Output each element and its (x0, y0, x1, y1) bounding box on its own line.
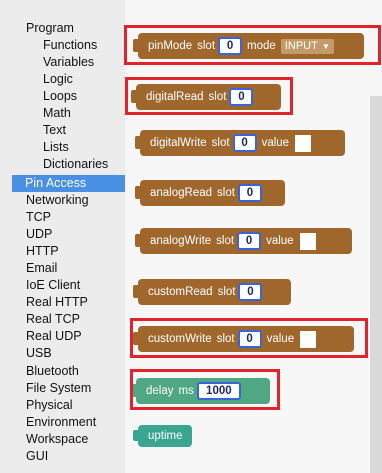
category-real-http[interactable]: Real HTTP (0, 294, 125, 311)
category-file-system[interactable]: File System (0, 380, 125, 397)
pinmode-label: pinMode (148, 40, 193, 52)
category-math[interactable]: Math (0, 105, 125, 122)
analogread-block[interactable]: analogRead slot 0 (135, 180, 285, 206)
category-real-tcp[interactable]: Real TCP (0, 311, 125, 328)
digitalread-slot-field[interactable]: 0 (229, 88, 254, 106)
category-email[interactable]: Email (0, 260, 125, 277)
category-real-udp[interactable]: Real UDP (0, 328, 125, 345)
category-physical[interactable]: Physical (0, 397, 125, 414)
pinmode-mode-label: mode (247, 40, 276, 52)
uptime-label: uptime (148, 430, 183, 442)
category-logic[interactable]: Logic (0, 71, 125, 88)
category-program[interactable]: Program (0, 20, 125, 37)
category-text[interactable]: Text (0, 122, 125, 139)
delay-label: delay (146, 385, 174, 397)
category-functions[interactable]: Functions (0, 37, 125, 54)
value-input-socket[interactable] (299, 232, 316, 250)
category-environment[interactable]: Environment (0, 414, 125, 431)
digitalwrite-block[interactable]: digitalWrite slot 0 value (135, 130, 345, 156)
category-udp[interactable]: UDP (0, 226, 125, 243)
analogwrite-value-label: value (266, 235, 294, 247)
pinmode-mode-value: INPUT (284, 40, 318, 52)
flyout-scrollbar[interactable] (370, 96, 382, 473)
customread-block[interactable]: customRead slot 0 (133, 279, 291, 305)
analogwrite-label: analogWrite (150, 235, 212, 247)
customwrite-slot-field[interactable]: 0 (237, 330, 262, 348)
digitalwrite-value-label: value (261, 137, 290, 149)
category-ioe-client[interactable]: IoE Client (0, 277, 125, 294)
delay-ms-field[interactable]: 1000 (196, 382, 241, 400)
delay-block[interactable]: delay ms 1000 (131, 378, 270, 404)
category-usb[interactable]: USB (0, 345, 125, 362)
analogread-slot-field[interactable]: 0 (237, 184, 262, 202)
customread-slot-label: slot (217, 286, 236, 298)
category-bluetooth[interactable]: Bluetooth (0, 363, 125, 380)
value-input-socket[interactable] (300, 330, 317, 348)
digitalread-block[interactable]: digitalRead slot 0 (131, 84, 281, 110)
category-gui[interactable]: GUI (0, 448, 125, 465)
analogread-label: analogRead (150, 187, 213, 199)
customwrite-value-label: value (266, 333, 295, 345)
pinmode-block[interactable]: pinMode slot 0 mode INPUT ▼ (133, 33, 364, 59)
pinmode-mode-dropdown[interactable]: INPUT ▼ (280, 38, 334, 54)
delay-ms-label: ms (178, 385, 194, 397)
category-lists[interactable]: Lists (0, 139, 125, 156)
chevron-down-icon: ▼ (321, 41, 330, 51)
digitalwrite-label: digitalWrite (150, 137, 207, 149)
analogwrite-block[interactable]: analogWrite slot 0 value (135, 228, 352, 254)
pinmode-slot-label: slot (197, 40, 216, 52)
customwrite-label: customWrite (148, 333, 212, 345)
analogread-slot-label: slot (217, 187, 235, 199)
customwrite-block[interactable]: customWrite slot 0 value (133, 326, 354, 352)
category-loops[interactable]: Loops (0, 88, 125, 105)
category-tcp[interactable]: TCP (0, 209, 125, 226)
customwrite-slot-label: slot (216, 333, 235, 345)
digitalread-slot-label: slot (208, 91, 227, 103)
value-input-socket[interactable] (295, 134, 312, 152)
digitalwrite-slot-field[interactable]: 0 (232, 134, 257, 152)
uptime-block[interactable]: uptime (133, 425, 192, 447)
customread-label: customRead (148, 286, 213, 298)
category-variables[interactable]: Variables (0, 54, 125, 71)
digitalwrite-slot-label: slot (211, 137, 230, 149)
category-sidebar: Program Functions Variables Logic Loops Math T… (0, 0, 125, 473)
category-workspace[interactable]: Workspace (0, 431, 125, 448)
analogwrite-slot-field[interactable]: 0 (237, 232, 262, 250)
category-pin-access[interactable]: Pin Access (12, 175, 125, 192)
analogwrite-slot-label: slot (216, 235, 235, 247)
pinmode-slot-field[interactable]: 0 (218, 37, 243, 55)
digitalread-label: digitalRead (146, 91, 204, 103)
category-dictionaries[interactable]: Dictionaries (0, 156, 125, 173)
category-http[interactable]: HTTP (0, 243, 125, 260)
category-networking[interactable]: Networking (0, 192, 125, 209)
customread-slot-field[interactable]: 0 (238, 283, 263, 301)
